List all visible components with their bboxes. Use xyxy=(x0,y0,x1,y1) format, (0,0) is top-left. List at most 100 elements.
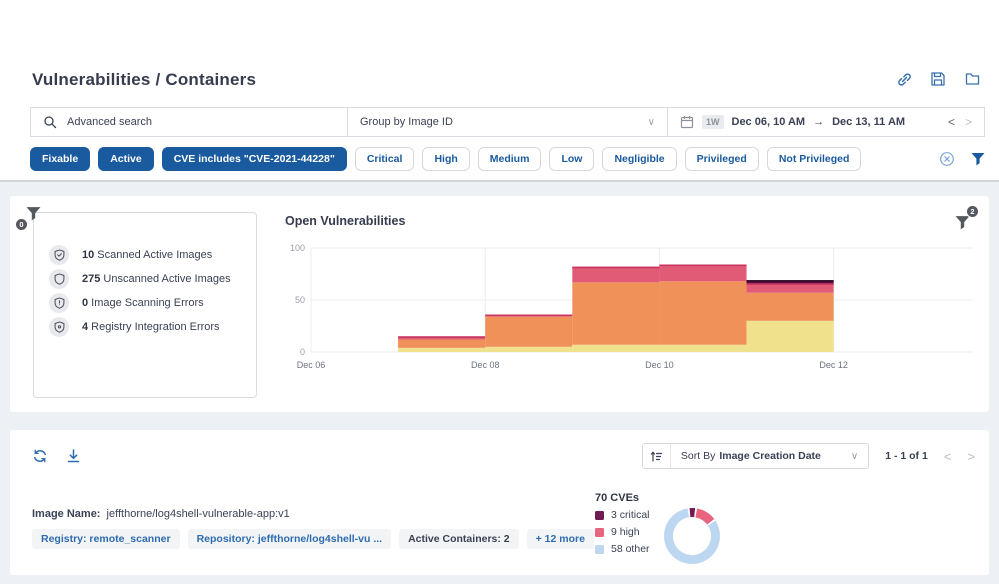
legend-swatch-icon xyxy=(595,511,604,520)
svg-text:50: 50 xyxy=(295,295,305,305)
download-icon[interactable] xyxy=(66,448,81,464)
chart-header: Open Vulnerabilities 2 xyxy=(285,208,979,234)
stat-text: 4 Registry Integration Errors xyxy=(82,321,220,333)
svg-text:0: 0 xyxy=(300,347,305,357)
chart-block: Open Vulnerabilities 2 0 50 100 Dec 06 Dec 0… xyxy=(285,208,979,381)
cve-legend-item: 3 critical xyxy=(595,509,650,521)
stat-text: 10 Scanned Active Images xyxy=(82,249,212,261)
svg-text:Dec 08: Dec 08 xyxy=(471,360,500,370)
legend-label: 9 high xyxy=(611,526,640,538)
filter-chips-row: Fixable Active CVE includes "CVE-2021-4422… xyxy=(30,145,985,172)
filter-chip-active[interactable]: CVE includes "CVE-2021-44228" xyxy=(162,147,347,171)
stats-badge-count: 0 xyxy=(15,218,28,231)
image-tags: Registry: remote_scanner Repository: jeff… xyxy=(32,529,594,549)
filter-chip-active[interactable]: Active xyxy=(98,147,154,171)
results-toolbar: Sort By Image Creation Date ∨ 1 - 1 of 1… xyxy=(32,442,975,470)
page-next-icon[interactable]: > xyxy=(967,449,975,464)
folder-icon[interactable] xyxy=(963,70,981,88)
cve-legend-item: 9 high xyxy=(595,526,650,538)
sort-icon xyxy=(643,444,671,468)
filter-chip[interactable]: High xyxy=(422,147,469,171)
page-prev-icon[interactable]: < xyxy=(944,449,952,464)
date-range-picker[interactable]: 1W Dec 06, 10 AM → Dec 13, 11 AM < > xyxy=(667,108,984,136)
sort-by-select[interactable]: Sort By Image Creation Date ∨ xyxy=(642,443,869,469)
filter-chip[interactable]: Critical xyxy=(355,147,415,171)
stat-row[interactable]: 10 Scanned Active Images xyxy=(49,243,248,267)
clear-filters-icon[interactable] xyxy=(939,151,955,167)
cve-summary: 70 CVEs 3 critical 9 high 58 other xyxy=(595,492,650,555)
search-toolbar: Advanced search Group by Image ID ∨ 1W D… xyxy=(30,107,985,137)
page-title: Vulnerabilities / Containers xyxy=(32,70,256,90)
overview-card: 0 10 Scanned Active Images 275 Unscanned … xyxy=(10,196,989,412)
donut-segment xyxy=(696,513,710,522)
filter-chip[interactable]: Not Privileged xyxy=(767,147,862,171)
legend-label: 58 other xyxy=(611,543,650,555)
stat-row[interactable]: 275 Unscanned Active Images xyxy=(49,267,248,291)
filter-chip[interactable]: Privileged xyxy=(685,147,759,171)
vulnerabilities-containers-page: Vulnerabilities / Containers Advanced se… xyxy=(0,0,999,584)
pagination-range: 1 - 1 of 1 xyxy=(885,450,928,462)
results-card: Sort By Image Creation Date ∨ 1 - 1 of 1… xyxy=(10,430,989,575)
group-by-select[interactable]: Group by Image ID ∨ xyxy=(347,108,667,136)
image-tag[interactable]: Repository: jeffthorne/log4shell-vu ... xyxy=(188,529,392,549)
cve-legend: 3 critical 9 high 58 other xyxy=(595,509,650,555)
stat-row[interactable]: 0 Image Scanning Errors xyxy=(49,291,248,315)
svg-text:Dec 10: Dec 10 xyxy=(645,360,674,370)
filter-chip[interactable]: Negligible xyxy=(602,147,676,171)
stat-text: 275 Unscanned Active Images xyxy=(82,273,231,285)
result-row[interactable]: Image Name: jeffthorne/log4shell-vulnera… xyxy=(32,508,594,549)
range-preset-badge[interactable]: 1W xyxy=(702,115,724,129)
chart-badge-count: 2 xyxy=(966,205,979,218)
range-prev-icon[interactable]: < xyxy=(948,115,955,129)
calendar-icon xyxy=(680,115,694,129)
filter-chip[interactable]: Medium xyxy=(478,147,542,171)
svg-text:Dec 06: Dec 06 xyxy=(297,360,326,370)
chevron-down-icon: ∨ xyxy=(851,451,858,462)
shield-check-icon xyxy=(49,245,69,265)
refresh-icon[interactable] xyxy=(32,448,48,464)
save-icon[interactable] xyxy=(929,70,947,88)
toolbar-left-icons xyxy=(32,448,81,464)
cve-donut-chart xyxy=(660,504,724,568)
filter-actions xyxy=(939,151,985,167)
image-tag[interactable]: + 12 more xyxy=(527,529,594,549)
sort-by-value: Image Creation Date xyxy=(719,450,821,462)
header-divider xyxy=(0,180,999,182)
shield-alert-icon xyxy=(49,293,69,313)
legend-swatch-icon xyxy=(595,528,604,537)
filter-funnel-icon[interactable] xyxy=(971,152,985,166)
group-by-value: Group by Image ID xyxy=(360,116,453,128)
image-name-label: Image Name: xyxy=(32,508,100,520)
sort-by-label: Sort By xyxy=(681,450,715,462)
filter-chip[interactable]: Low xyxy=(549,147,594,171)
image-tag[interactable]: Active Containers: 2 xyxy=(399,529,519,549)
range-nav: < > xyxy=(948,115,972,129)
filter-chip-active[interactable]: Fixable xyxy=(30,147,90,171)
image-tag[interactable]: Registry: remote_scanner xyxy=(32,529,180,549)
shield-icon xyxy=(49,269,69,289)
svg-text:Dec 12: Dec 12 xyxy=(819,360,848,370)
advanced-search-label: Advanced search xyxy=(67,116,152,128)
cve-total: 70 CVEs xyxy=(595,492,650,504)
range-next-icon[interactable]: > xyxy=(965,115,972,129)
cve-legend-item: 58 other xyxy=(595,543,650,555)
image-name-line: Image Name: jeffthorne/log4shell-vulnera… xyxy=(32,508,594,520)
chevron-down-icon: ∨ xyxy=(648,117,655,128)
chart-title: Open Vulnerabilities xyxy=(285,208,405,228)
funnel-icon xyxy=(955,215,970,230)
range-start: Dec 06, 10 AM xyxy=(732,116,806,128)
toolbar-right: Sort By Image Creation Date ∨ 1 - 1 of 1… xyxy=(642,443,975,469)
header-actions xyxy=(895,70,981,88)
stat-text: 0 Image Scanning Errors xyxy=(82,297,204,309)
search-icon xyxy=(43,115,57,129)
range-end: Dec 13, 11 AM xyxy=(832,116,905,128)
chart-filter-badge[interactable]: 2 xyxy=(955,208,977,230)
link-icon[interactable] xyxy=(895,70,913,88)
image-stats-panel: 0 10 Scanned Active Images275 Unscanned … xyxy=(33,212,257,398)
stats-list: 10 Scanned Active Images 275 Unscanned Ac… xyxy=(49,243,248,339)
svg-text:100: 100 xyxy=(290,243,305,253)
sort-label-wrap: Sort By Image Creation Date ∨ xyxy=(671,450,868,462)
image-name-value: jeffthorne/log4shell-vulnerable-app:v1 xyxy=(107,508,290,520)
stat-row[interactable]: 4 Registry Integration Errors xyxy=(49,315,248,339)
advanced-search-input[interactable]: Advanced search xyxy=(31,108,347,136)
